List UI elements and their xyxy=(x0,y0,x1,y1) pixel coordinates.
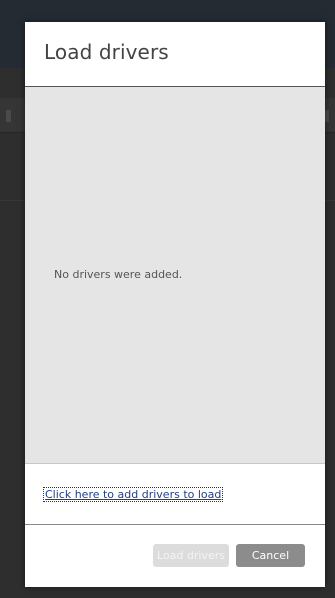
empty-state-message: No drivers were added. xyxy=(54,268,183,281)
driver-list: No drivers were added. xyxy=(25,87,325,464)
add-drivers-link[interactable]: Click here to add drivers to load xyxy=(42,487,224,502)
load-drivers-dialog: Load drivers No drivers were added. Clic… xyxy=(25,22,325,587)
load-drivers-button[interactable]: Load drivers xyxy=(153,544,229,567)
background-edge-left xyxy=(6,110,11,122)
dialog-title: Load drivers xyxy=(44,40,169,64)
dialog-header: Load drivers xyxy=(25,22,325,87)
cancel-button[interactable]: Cancel xyxy=(236,544,305,567)
footer-divider xyxy=(25,524,325,525)
